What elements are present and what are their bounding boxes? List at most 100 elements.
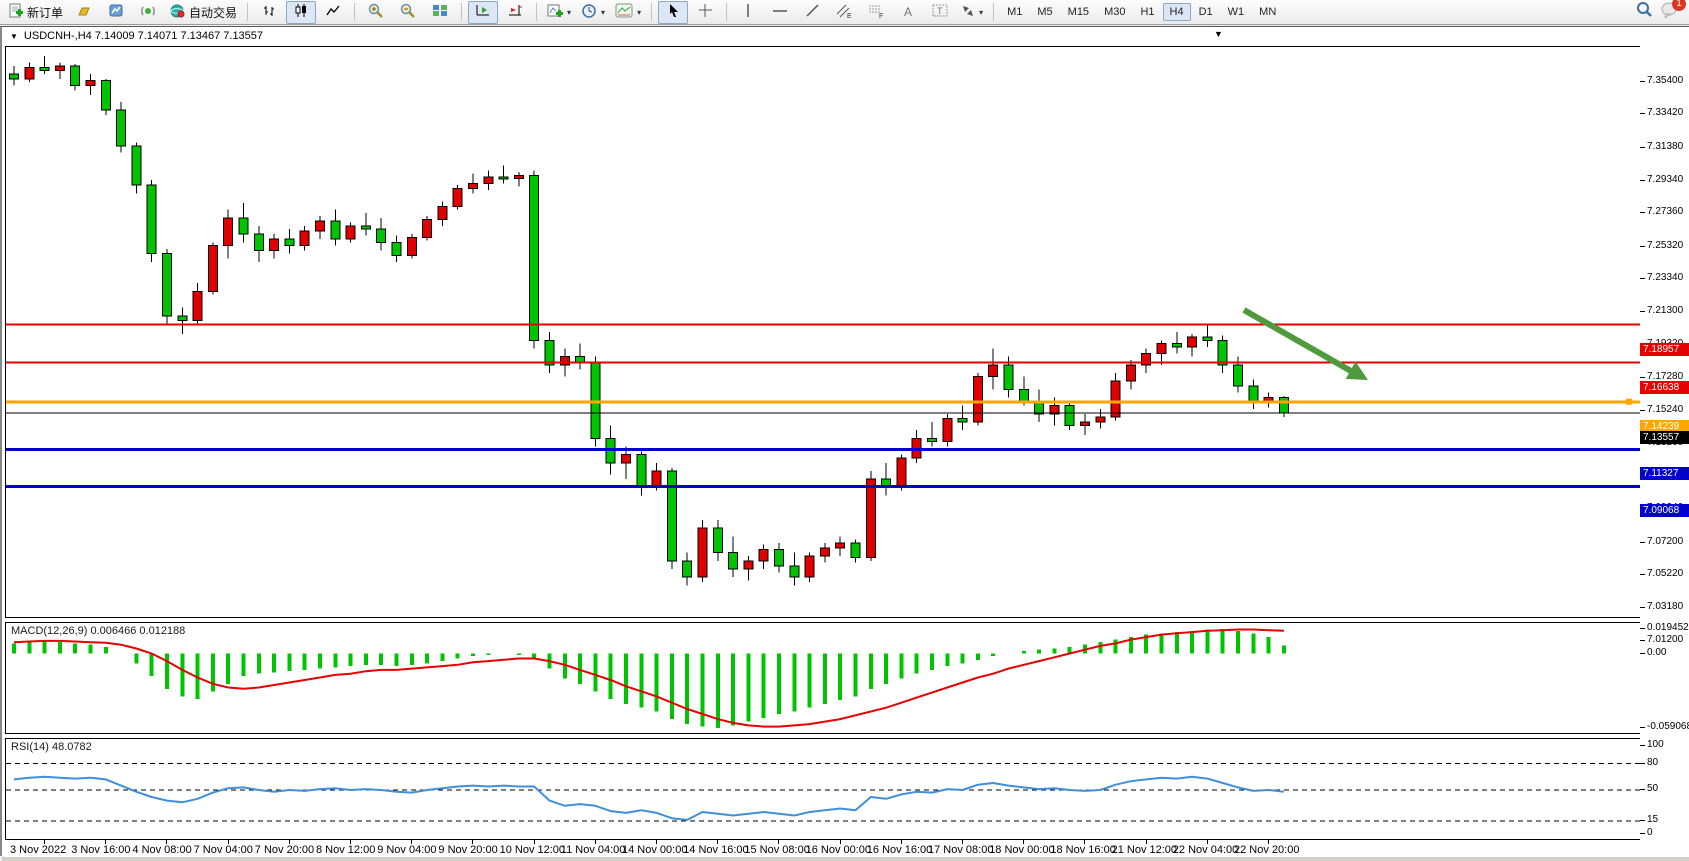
timeframe-m5[interactable]: M5 <box>1030 3 1059 21</box>
auto-trading-button[interactable]: 自动交易 <box>165 1 241 24</box>
fibonacci-button[interactable]: F <box>861 1 891 24</box>
toolbar-separator <box>651 3 652 21</box>
rsi-panel[interactable]: RSI(14) 48.0782 <box>5 738 1643 840</box>
timeframe-h1[interactable]: H1 <box>1133 3 1161 21</box>
time-label: 9 Nov 20:00 <box>438 844 497 856</box>
trendline-button[interactable] <box>797 1 827 24</box>
bull-candle <box>224 218 233 246</box>
bear-candle <box>1004 365 1013 390</box>
macd-tick-dash <box>1640 628 1645 629</box>
horizontal-line-button[interactable] <box>765 1 795 24</box>
timeframe-d1[interactable]: D1 <box>1192 3 1220 21</box>
timeframe-h4[interactable]: H4 <box>1163 3 1191 21</box>
price-tick-dash <box>1640 278 1645 279</box>
add-indicator-button[interactable]: ▾ <box>543 1 575 24</box>
bull-candle <box>208 246 217 292</box>
rsi-line <box>14 777 1284 820</box>
vertical-line-button[interactable] <box>733 1 763 24</box>
crosshair-button[interactable] <box>690 1 720 24</box>
periods-button[interactable]: ▾ <box>577 1 609 24</box>
chevron-down-icon: ▾ <box>601 8 605 17</box>
macd-chart <box>6 623 1642 733</box>
gold-button[interactable] <box>69 1 99 24</box>
time-label: 3 Nov 2022 <box>10 844 66 856</box>
time-label: 18 Nov 16:00 <box>1050 844 1115 856</box>
new-order-icon <box>8 3 24 22</box>
bear-candle <box>683 561 692 577</box>
chart-shift-button[interactable] <box>500 1 530 24</box>
period-clock-icon <box>581 3 597 22</box>
bull-candle <box>1096 417 1105 422</box>
template-icon <box>615 3 633 21</box>
time-axis[interactable]: 3 Nov 20223 Nov 16:004 Nov 08:007 Nov 04… <box>5 840 1689 857</box>
text-label-icon: T <box>932 3 949 21</box>
candle-chart-button[interactable] <box>286 1 316 24</box>
price-tick-label: 7.29340 <box>1647 174 1683 185</box>
zoom-out-button[interactable] <box>393 1 423 24</box>
price-axis[interactable]: 7.354007.334207.313807.293407.273607.253… <box>1640 46 1689 841</box>
bear-candle <box>1065 406 1074 426</box>
terminal-window: 新订单 自动交易 <box>0 0 1689 861</box>
time-label: 22 Nov 20:00 <box>1234 844 1299 856</box>
bull-candle <box>453 188 462 206</box>
signals-button[interactable] <box>133 1 163 24</box>
svg-text:E: E <box>847 13 852 19</box>
chat-icon[interactable]: 1 <box>1661 2 1679 23</box>
chart-title-bar: ▼ USDCNH-,H4 7.14009 7.14071 7.13467 7.1… <box>10 30 263 42</box>
search-icon[interactable] <box>1636 1 1653 23</box>
new-order-button[interactable]: 新订单 <box>4 1 67 24</box>
line-chart-button[interactable] <box>318 1 348 24</box>
bear-candle <box>40 67 49 70</box>
bear-candle <box>667 471 676 561</box>
timeframe-m30[interactable]: M30 <box>1097 3 1132 21</box>
timeframe-m1[interactable]: M1 <box>1000 3 1029 21</box>
main-chart-panel[interactable] <box>5 46 1643 618</box>
bull-candle <box>1081 422 1090 425</box>
macd-panel[interactable]: MACD(12,26,9) 0.006466 0.012188 <box>5 622 1643 734</box>
timeframe-toolbar: M1M5M15M30H1H4D1W1MN <box>1000 3 1283 21</box>
bull-candle <box>25 67 34 78</box>
cursor-icon <box>667 3 680 21</box>
time-label: 17 Nov 08:00 <box>928 844 993 856</box>
time-label: 18 Nov 00:00 <box>989 844 1054 856</box>
bar-chart-button[interactable] <box>254 1 284 24</box>
history-button[interactable] <box>101 1 131 24</box>
symbol-dropdown-caret[interactable]: ▼ <box>10 32 18 41</box>
bull-candle <box>1188 337 1197 347</box>
timeframe-mn[interactable]: MN <box>1252 3 1283 21</box>
rsi-tick-label: 100 <box>1647 739 1664 750</box>
channel-button[interactable]: E <box>829 1 859 24</box>
signal-icon <box>140 3 156 21</box>
notification-badge: 1 <box>1672 0 1686 11</box>
rsi-tick-dash <box>1640 820 1645 821</box>
macd-tick-label: -0.059068 <box>1647 721 1689 732</box>
toolbar-separator <box>461 3 462 21</box>
bear-candle <box>178 316 187 321</box>
svg-text:T: T <box>937 6 943 16</box>
quick-menu-caret[interactable]: ▼ <box>1214 29 1223 39</box>
bear-candle <box>958 419 967 422</box>
fibonacci-icon: F <box>868 3 885 22</box>
bull-candle <box>438 206 447 219</box>
text-button[interactable]: A <box>893 1 923 24</box>
bull-candle <box>866 479 875 557</box>
rsi-tick-dash <box>1640 763 1645 764</box>
auto-scroll-button[interactable] <box>468 1 498 24</box>
timeframe-m15[interactable]: M15 <box>1061 3 1096 21</box>
timeframe-w1[interactable]: W1 <box>1221 3 1252 21</box>
rsi-tick-dash <box>1640 745 1645 746</box>
trend-arrow-line[interactable] <box>1244 310 1358 375</box>
price-tick-dash <box>1640 640 1645 641</box>
toolbar-separator <box>726 3 727 21</box>
zoom-in-button[interactable] <box>361 1 391 24</box>
text-label-button[interactable]: T <box>925 1 955 24</box>
arrows-button[interactable]: ▾ <box>957 1 987 24</box>
bear-candle <box>637 455 646 488</box>
bear-candle <box>101 81 110 110</box>
tile-windows-button[interactable] <box>425 1 455 24</box>
cursor-button[interactable] <box>658 1 688 24</box>
templates-button[interactable]: ▾ <box>611 1 645 24</box>
bear-candle <box>499 177 508 179</box>
hline-handle[interactable] <box>1626 399 1632 405</box>
bear-candle <box>729 553 738 569</box>
